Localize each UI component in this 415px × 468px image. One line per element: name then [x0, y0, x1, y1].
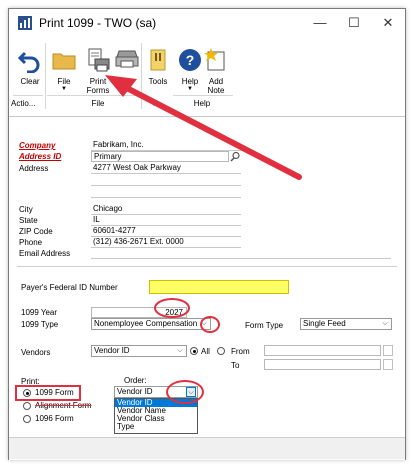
vendors-from-radio[interactable]	[217, 347, 225, 355]
annotation-arrow	[105, 75, 302, 180]
order-option-type[interactable]: Type	[115, 423, 197, 431]
annotation-circle-year	[154, 298, 190, 318]
status-bar	[9, 437, 405, 459]
order-label: Order:	[124, 376, 147, 385]
phone-field: (312) 436-2671 Ext. 0000	[91, 237, 241, 248]
print-1096-form-label: 1096 Form	[35, 414, 74, 423]
chevron-down-icon: ⌵	[177, 347, 183, 354]
phone-label: Phone	[19, 238, 43, 247]
form-type-label: Form Type	[245, 321, 284, 330]
type-label: 1099 Type	[21, 320, 59, 329]
order-value: Vendor ID	[117, 387, 153, 396]
vendors-all-label: All	[201, 347, 210, 356]
type-value: Nonemployee Compensation	[94, 319, 198, 328]
vendors-from-label: From	[231, 347, 250, 356]
annotation-box-1099-form	[15, 385, 81, 401]
print-alignment-form-radio[interactable]	[23, 402, 31, 410]
form-type-select[interactable]: Single Feed ⌵	[300, 318, 392, 330]
vendors-all-radio[interactable]	[190, 347, 198, 355]
state-field: IL	[91, 215, 241, 226]
state-label: State	[19, 216, 38, 225]
payer-federal-id-label: Payer's Federal ID Number	[21, 283, 118, 292]
lookup-icon[interactable]	[383, 345, 393, 356]
payer-federal-id-input[interactable]	[149, 280, 289, 294]
email-field	[91, 248, 391, 259]
zip-label: ZIP Code	[19, 227, 53, 236]
zip-field: 60601-4277	[91, 226, 241, 237]
lookup-icon[interactable]	[383, 359, 393, 370]
year-label: 1099 Year	[21, 308, 58, 317]
vendors-sort-select[interactable]: Vendor ID ⌵	[91, 345, 187, 357]
vendors-to-input[interactable]	[264, 359, 381, 370]
vendors-sort-value: Vendor ID	[94, 346, 130, 355]
vendors-label: Vendors	[21, 348, 51, 357]
annotation-circle-order-dropdown	[166, 380, 204, 404]
print-1096-form-radio[interactable]	[23, 415, 31, 423]
chevron-down-icon: ⌵	[382, 320, 388, 327]
annotation-circle-type-dropdown	[200, 316, 220, 333]
vendors-from-input[interactable]	[264, 345, 381, 356]
form-type-value: Single Feed	[303, 319, 346, 328]
vendors-to-label: To	[231, 361, 240, 370]
print-alignment-form-label: Alignment Form	[35, 401, 92, 410]
email-label: Email Address	[19, 249, 71, 258]
print-1099-window: Print 1099 - TWO (sa) — ☐ ✕ Clear File ▼	[8, 8, 406, 460]
type-select[interactable]: Nonemployee Compensation ⌵	[91, 318, 211, 330]
